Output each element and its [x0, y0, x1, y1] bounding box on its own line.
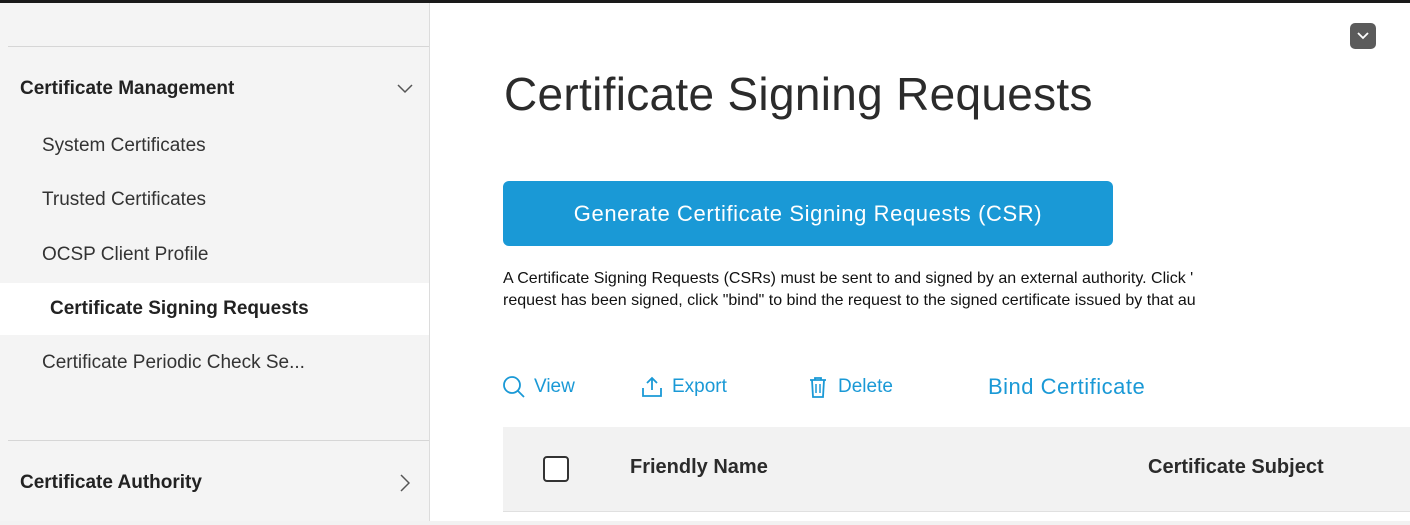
bind-certificate-button[interactable]: Bind Certificate [988, 371, 1145, 403]
column-header-friendly-name[interactable]: Friendly Name [630, 456, 768, 479]
main-content: Certificate Signing Requests Generate Ce… [430, 3, 1410, 521]
collapse-toggle-button[interactable] [1350, 23, 1376, 49]
delete-label: Delete [838, 376, 893, 397]
sidebar-item-ocsp-client-profile[interactable]: OCSP Client Profile [0, 229, 429, 281]
chevron-right-icon [395, 473, 415, 493]
generate-csr-button[interactable]: Generate Certificate Signing Requests (C… [503, 181, 1113, 246]
sidebar-item-trusted-certificates[interactable]: Trusted Certificates [0, 174, 429, 226]
sidebar-group-label: Certificate Management [20, 78, 235, 99]
sidebar-item-label: Certificate Periodic Check Se... [42, 352, 305, 373]
column-header-certificate-subject[interactable]: Certificate Subject [1148, 456, 1324, 479]
table-header: Friendly Name Certificate Subject [503, 427, 1410, 512]
sidebar-item-label: System Certificates [42, 135, 206, 156]
chevron-down-icon [1357, 32, 1369, 40]
page-title: Certificate Signing Requests [504, 68, 1093, 120]
export-button[interactable]: Export [640, 371, 727, 403]
sidebar-item-label: Trusted Certificates [42, 189, 207, 210]
description-line: request has been signed, click "bind" to… [503, 292, 1196, 309]
sidebar-item-certificate-signing-requests[interactable]: Certificate Signing Requests [0, 283, 429, 335]
chevron-down-icon [395, 79, 415, 99]
page-description: A Certificate Signing Requests (CSRs) mu… [503, 268, 1410, 312]
window-bottom-border [0, 521, 1410, 525]
export-icon [640, 375, 664, 399]
select-all-checkbox[interactable] [543, 456, 569, 482]
sidebar-item-label: OCSP Client Profile [42, 244, 209, 265]
sidebar-group-certificate-management[interactable]: Certificate Management [20, 69, 415, 109]
sidebar-item-system-certificates[interactable]: System Certificates [0, 120, 429, 172]
trash-icon [806, 375, 830, 399]
description-line: A Certificate Signing Requests (CSRs) mu… [503, 270, 1194, 287]
sidebar-divider [8, 440, 429, 441]
view-label: View [534, 376, 575, 397]
bind-certificate-label: Bind Certificate [988, 374, 1146, 399]
sidebar-divider [8, 46, 429, 47]
view-button[interactable]: View [502, 371, 575, 403]
sidebar: Certificate Management System Certificat… [0, 3, 430, 521]
export-label: Export [672, 376, 727, 397]
sidebar-item-certificate-periodic-check[interactable]: Certificate Periodic Check Se... [0, 337, 429, 389]
sidebar-group-label: Certificate Authority [20, 472, 202, 493]
search-icon [502, 375, 526, 399]
sidebar-group-certificate-authority[interactable]: Certificate Authority [20, 463, 415, 503]
sidebar-item-label: Certificate Signing Requests [50, 298, 309, 319]
delete-button[interactable]: Delete [806, 371, 893, 403]
